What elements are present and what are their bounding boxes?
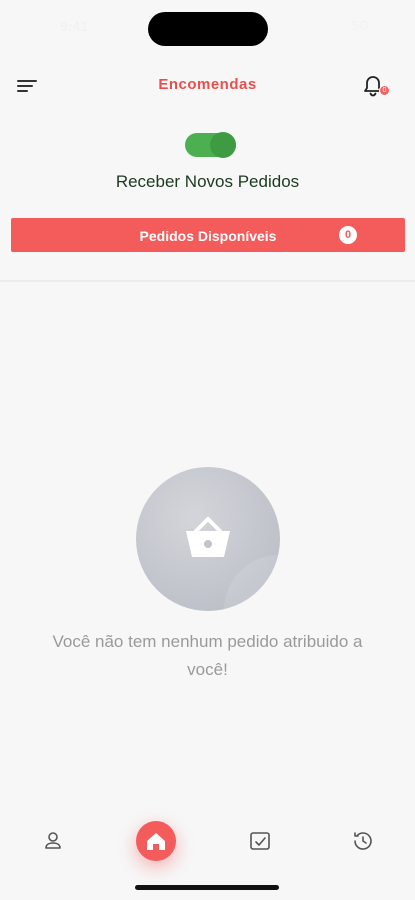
history-icon — [354, 832, 372, 850]
bottom-nav — [0, 810, 415, 880]
wallet-icon — [250, 832, 270, 850]
nav-history[interactable] — [347, 825, 379, 857]
status-bar: 9:41 5G — [0, 0, 415, 54]
empty-state-message: Você não tem nenhum pedido atribuido a v… — [52, 632, 363, 679]
nav-home[interactable] — [136, 821, 176, 861]
toggle-knob — [210, 132, 236, 158]
available-orders-count: 0 — [339, 226, 357, 244]
status-time: 9:41 — [60, 18, 89, 34]
basket-icon — [186, 517, 230, 557]
divider — [0, 280, 415, 282]
home-icon — [147, 833, 165, 850]
notification-badge: 0 — [379, 85, 390, 96]
dynamic-island — [148, 12, 268, 46]
user-icon — [45, 832, 61, 849]
notifications-button[interactable]: 0 — [359, 72, 390, 100]
nav-wallet[interactable] — [244, 825, 276, 857]
header: Encomendas 0 — [0, 66, 415, 106]
page-title: Encomendas — [158, 76, 257, 93]
empty-state-illustration — [136, 467, 280, 611]
available-orders-bar[interactable]: Pedidos Disponíveis 0 — [11, 218, 405, 252]
receive-orders-toggle[interactable] — [185, 132, 236, 158]
status-signal: 5G — [351, 18, 369, 33]
receive-orders-label: Receber Novos Pedidos — [115, 172, 300, 191]
nav-profile[interactable] — [37, 825, 69, 857]
home-indicator — [135, 885, 279, 890]
